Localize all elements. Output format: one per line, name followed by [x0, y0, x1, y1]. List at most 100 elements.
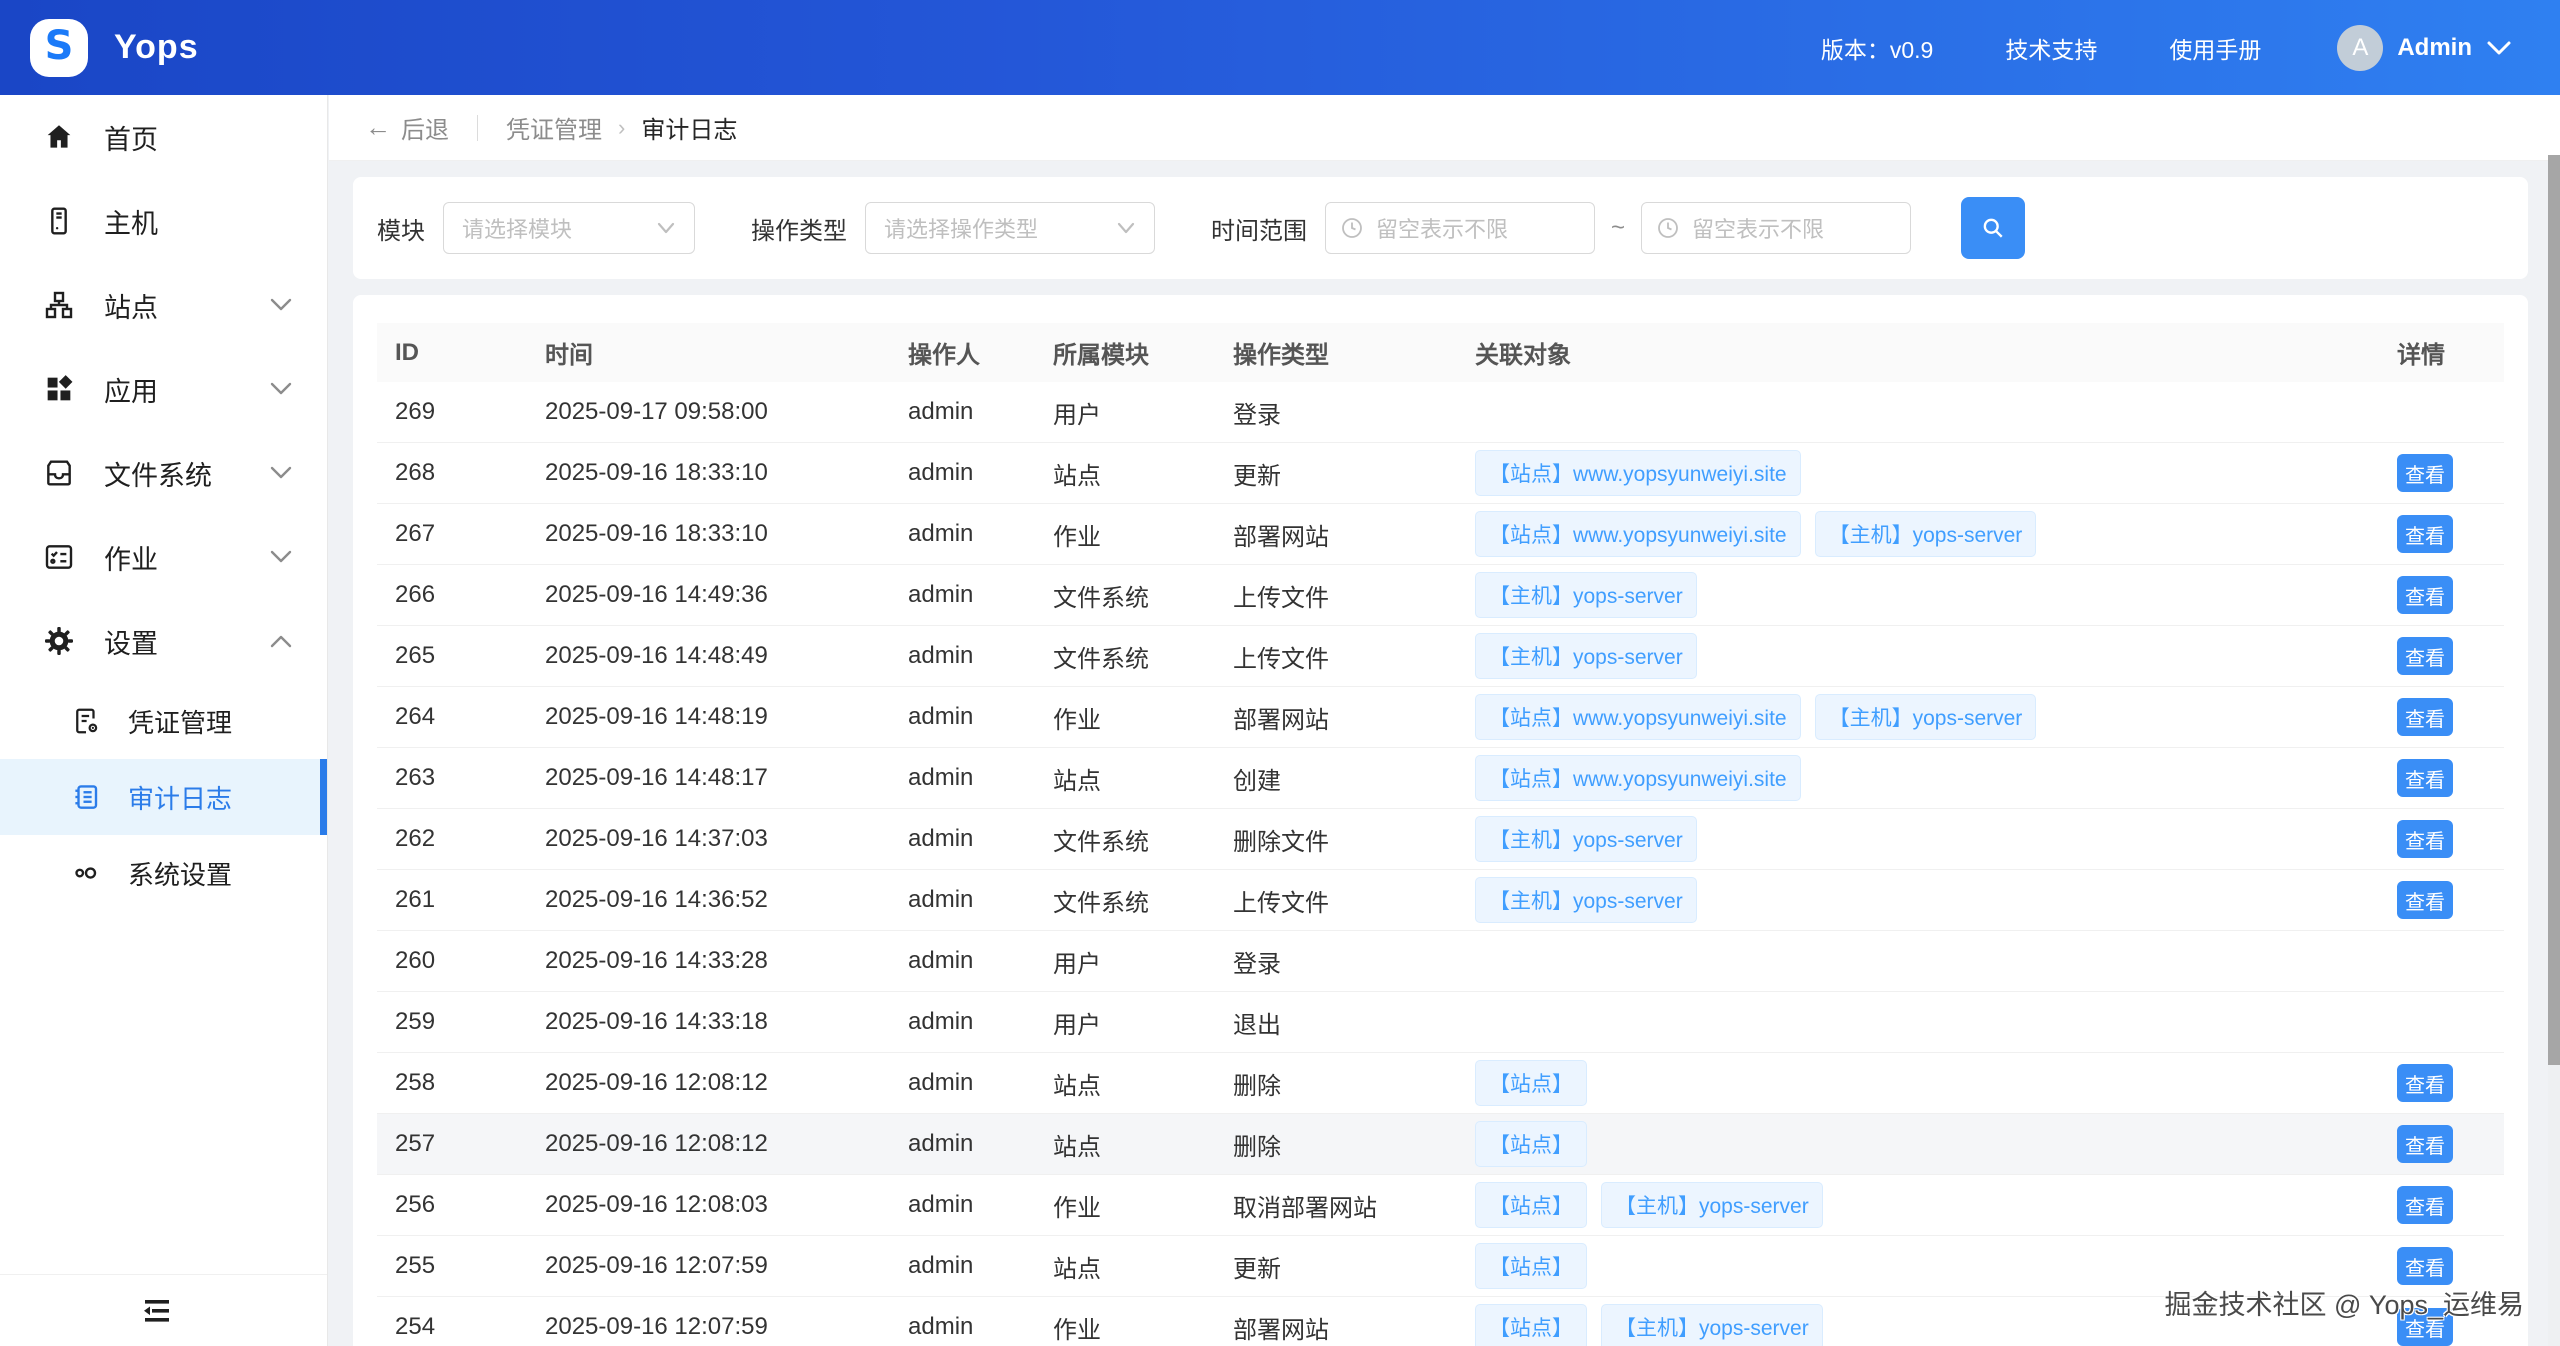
view-detail-button[interactable]: 查看: [2397, 454, 2453, 492]
cell-action: 删除: [1215, 1127, 1457, 1162]
cell-time: 2025-09-16 14:36:52: [527, 886, 890, 914]
cell-action: 部署网站: [1215, 1310, 1457, 1345]
sidebar-item-sites[interactable]: 站点: [0, 263, 327, 347]
sidebar-subitem-system-settings[interactable]: 系统设置: [0, 835, 327, 911]
cell-operator: admin: [890, 1069, 1035, 1097]
related-object-tag: 【站点】www.yopsyunweiyi.site: [1475, 511, 1801, 557]
breadcrumb-parent[interactable]: 凭证管理: [506, 110, 602, 145]
avatar[interactable]: A: [2337, 25, 2383, 71]
sidebar-item-hosts[interactable]: 主机: [0, 179, 327, 263]
chevron-down-icon: [269, 465, 293, 481]
time-start-input[interactable]: 留空表示不限: [1325, 202, 1595, 254]
table-row: 2602025-09-16 14:33:28admin用户登录: [377, 931, 2504, 992]
related-object-tag: 【站点】: [1475, 1060, 1587, 1106]
cell-related-objects: 【站点】www.yopsyunweiyi.site: [1457, 755, 2379, 801]
top-header: S Yops 版本：v0.9 技术支持 使用手册 A Admin: [0, 0, 2560, 95]
view-detail-button[interactable]: 查看: [2397, 759, 2453, 797]
tech-support-link[interactable]: 技术支持: [2005, 31, 2097, 65]
view-detail-button[interactable]: 查看: [2397, 1125, 2453, 1163]
sidebar-item-label: 作业: [104, 538, 158, 577]
cell-detail: 查看: [2379, 698, 2504, 736]
sidebar-subitem-audit-log[interactable]: 审计日志: [0, 759, 327, 835]
cell-operator: admin: [890, 886, 1035, 914]
cell-module: 用户: [1035, 1005, 1215, 1040]
sidebar-item-filesystem[interactable]: 文件系统: [0, 431, 327, 515]
sidebar-item-label: 应用: [104, 370, 158, 409]
module-select[interactable]: 请选择模块: [443, 202, 695, 254]
cell-related-objects: 【站点】【主机】yops-server: [1457, 1304, 2379, 1346]
view-detail-button[interactable]: 查看: [2397, 1308, 2453, 1346]
cell-detail: 查看: [2379, 454, 2504, 492]
cell-module: 站点: [1035, 1066, 1215, 1101]
cell-time: 2025-09-16 14:33:28: [527, 947, 890, 975]
sidebar-item-home[interactable]: 首页: [0, 95, 327, 179]
sidebar-subitem-credentials[interactable]: 凭证管理: [0, 683, 327, 759]
username-label[interactable]: Admin: [2397, 34, 2472, 62]
sidebar-item-label: 设置: [104, 622, 158, 661]
view-detail-button[interactable]: 查看: [2397, 515, 2453, 553]
sidebar-item-jobs[interactable]: 作业: [0, 515, 327, 599]
view-detail-button[interactable]: 查看: [2397, 637, 2453, 675]
time-end-input[interactable]: 留空表示不限: [1641, 202, 1911, 254]
view-detail-button[interactable]: 查看: [2397, 1247, 2453, 1285]
collapse-sidebar-icon[interactable]: [140, 1296, 174, 1326]
cell-related-objects: 【站点】【主机】yops-server: [1457, 1182, 2379, 1228]
view-detail-button[interactable]: 查看: [2397, 698, 2453, 736]
column-header-action: 操作类型: [1215, 335, 1457, 370]
cell-time: 2025-09-16 14:48:19: [527, 703, 890, 731]
cell-action: 创建: [1215, 761, 1457, 796]
chevron-down-icon: [1116, 221, 1136, 235]
search-button[interactable]: [1961, 197, 2025, 259]
view-detail-button[interactable]: 查看: [2397, 881, 2453, 919]
cell-related-objects: 【站点】: [1457, 1243, 2379, 1289]
avatar-letter: A: [2352, 34, 2368, 62]
chevron-down-icon[interactable]: [2486, 39, 2512, 57]
cell-operator: admin: [890, 825, 1035, 853]
view-detail-button[interactable]: 查看: [2397, 1064, 2453, 1102]
cell-action: 更新: [1215, 456, 1457, 491]
cell-detail: 查看: [2379, 881, 2504, 919]
cell-operator: admin: [890, 764, 1035, 792]
cell-action: 删除: [1215, 1066, 1457, 1101]
cell-operator: admin: [890, 703, 1035, 731]
scrollbar-thumb[interactable]: [2548, 155, 2560, 1065]
table-row: 2682025-09-16 18:33:10admin站点更新【站点】www.y…: [377, 443, 2504, 504]
cell-time: 2025-09-16 12:07:59: [527, 1313, 890, 1341]
sidebar-item-apps[interactable]: 应用: [0, 347, 327, 431]
related-object-tag: 【主机】yops-server: [1475, 816, 1697, 862]
breadcrumb: ← 后退 凭证管理 › 审计日志: [329, 95, 2560, 161]
cell-detail: 查看: [2379, 1247, 2504, 1285]
cell-related-objects: 【站点】www.yopsyunweiyi.site【主机】yops-server: [1457, 694, 2379, 740]
user-manual-link[interactable]: 使用手册: [2169, 31, 2261, 65]
sidebar-item-label: 主机: [104, 202, 158, 241]
cell-id: 261: [377, 886, 527, 914]
sidebar-item-settings[interactable]: 设置: [0, 599, 327, 683]
sidebar-item-label: 首页: [104, 118, 158, 157]
cell-action: 上传文件: [1215, 639, 1457, 674]
related-object-tag: 【主机】yops-server: [1815, 694, 2037, 740]
table-row: 2562025-09-16 12:08:03admin作业取消部署网站【站点】【…: [377, 1175, 2504, 1236]
cell-related-objects: 【站点】www.yopsyunweiyi.site【主机】yops-server: [1457, 511, 2379, 557]
cell-module: 站点: [1035, 761, 1215, 796]
optype-select[interactable]: 请选择操作类型: [865, 202, 1155, 254]
cell-id: 264: [377, 703, 527, 731]
cell-detail: 查看: [2379, 1064, 2504, 1102]
cell-operator: admin: [890, 398, 1035, 426]
view-detail-button[interactable]: 查看: [2397, 576, 2453, 614]
cell-id: 263: [377, 764, 527, 792]
cell-id: 259: [377, 1008, 527, 1036]
column-header-time: 时间: [527, 335, 890, 370]
back-button[interactable]: ← 后退: [365, 110, 449, 145]
time-range-label: 时间范围: [1211, 211, 1307, 246]
view-detail-button[interactable]: 查看: [2397, 1186, 2453, 1224]
sidebar-footer: [0, 1274, 327, 1346]
related-object-tag: 【主机】yops-server: [1601, 1304, 1823, 1346]
view-detail-button[interactable]: 查看: [2397, 820, 2453, 858]
table-row: 2652025-09-16 14:48:49admin文件系统上传文件【主机】y…: [377, 626, 2504, 687]
module-filter-label: 模块: [377, 211, 425, 246]
logo-s-icon: S: [45, 23, 74, 69]
table-row: 2672025-09-16 18:33:10admin作业部署网站【站点】www…: [377, 504, 2504, 565]
sidebar-subitem-label: 审计日志: [128, 779, 232, 816]
cell-time: 2025-09-16 12:08:12: [527, 1069, 890, 1097]
cell-module: 站点: [1035, 1127, 1215, 1162]
